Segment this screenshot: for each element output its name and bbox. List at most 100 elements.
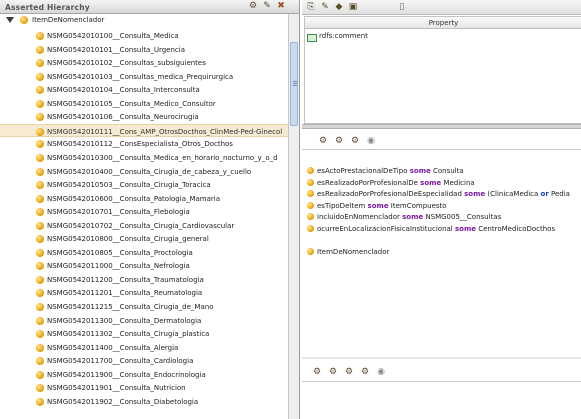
delete-class-icon[interactable]: ✖ xyxy=(276,1,286,11)
tree-item[interactable]: NSMG0542010102__Consultas_subsiguientes xyxy=(0,56,288,69)
add-disjoint-icon[interactable]: ⚙ xyxy=(312,367,322,377)
tree-item[interactable]: NSMG0542010702__Consulta_Cirugia_Cardiov… xyxy=(0,219,288,232)
tree-item[interactable]: NSMG0542011000__Consulta_Nefrologia xyxy=(0,259,288,272)
tree-item[interactable]: NSMG0542011201__Consulta_Reumatologia xyxy=(0,286,288,299)
asserted-hierarchy-panel: Asserted Hierarchy ⚙ ✎ ✖ ItemDeNomenclad… xyxy=(0,0,300,419)
tree-item-label: NSMG0542011201__Consulta_Reumatologia xyxy=(47,289,203,298)
class-editor: ⎘ ✎ ◆ ▣ ▯ Property rdfs:comment ⚙ ⚙ ⚙ ◉ … xyxy=(302,0,581,419)
add-value-icon[interactable]: ✎ xyxy=(320,2,330,12)
condition-filler: ItemCompuesto xyxy=(388,201,447,210)
tree-item[interactable]: NSMG0542010101__Consulta_Urgencia xyxy=(0,43,288,56)
class-icon xyxy=(36,59,44,68)
class-icon xyxy=(36,181,44,190)
class-icon xyxy=(36,194,44,203)
tree-item-label: NSMG0542010104__Consulta_Interconsulta xyxy=(47,86,200,95)
tree-item[interactable]: NSMG0542010300__Consulta_Medica_en_horar… xyxy=(0,151,288,164)
tree-item[interactable]: NSMG0542010701__Consulta_Flebologia xyxy=(0,205,288,218)
add-sibling-icon[interactable]: ✎ xyxy=(262,1,272,11)
condition-expression: esActoPrestacionalDeTipo some Consulta xyxy=(317,167,464,175)
tree-item-label: NSMG0542011300__Consulta_Dermatologia xyxy=(47,316,202,325)
condition-keyword: some xyxy=(454,224,476,233)
tree-item[interactable]: NSMG0542010100__Consulta_Medica xyxy=(0,29,288,42)
class-icon xyxy=(36,208,44,217)
tree-item[interactable]: NSMG0542011200__Consulta_Traumatologia xyxy=(0,273,288,286)
property-column-header[interactable]: Property xyxy=(305,17,581,29)
class-icon xyxy=(36,316,44,325)
tree-item-label: NSMG0542010103__Consultas_medica_Prequir… xyxy=(47,72,234,81)
tree-item[interactable]: NSMG0542011901__Consulta_Nutricion xyxy=(0,381,288,394)
class-icon xyxy=(36,221,44,230)
tree-item[interactable]: NSMG0542011900__Consulta_Endocrinologia xyxy=(0,368,288,381)
add-subclass-icon[interactable]: ⚙ xyxy=(248,1,258,11)
tree-item[interactable]: NSMG0542010805__Consulta_Proctologia xyxy=(0,246,288,259)
edit-annotation-icon[interactable]: ◆ xyxy=(334,2,344,12)
tree-item[interactable]: NSMG0542011302__Consulta_Cirugia_plastic… xyxy=(0,327,288,340)
condition-keyword: some xyxy=(420,178,442,187)
add-all-siblings-icon[interactable]: ⚙ xyxy=(344,367,354,377)
tree-item-label: NSMG0542011215__Consulta_Cirugia_de_Mano xyxy=(47,303,214,311)
tree-item[interactable]: NSMG0542010103__Consultas_medica_Prequir… xyxy=(0,70,288,83)
add-restriction-icon[interactable]: ⚙ xyxy=(334,136,344,146)
tree-item-label: NSMG0542010702__Consulta_Cirugia_Cardiov… xyxy=(47,221,235,230)
tree-root-label: ItemDeNomenclador xyxy=(32,16,105,24)
panel-icon[interactable]: ▯ xyxy=(397,2,407,12)
class-icon xyxy=(36,167,44,176)
tree-item-label: NSMG0542010111__Cons_AMP_OtrosDocthos_Cl… xyxy=(47,127,283,136)
class-icon xyxy=(36,99,44,108)
restriction-icon xyxy=(307,201,314,209)
hierarchy-scrollbar[interactable] xyxy=(288,14,299,419)
tree-item[interactable]: NSMG0542010503__Consulta_Cirugia_Toracic… xyxy=(0,178,288,191)
condition-keyword-or: or xyxy=(540,190,549,198)
class-icon xyxy=(36,343,44,352)
panel-splitter[interactable] xyxy=(302,357,581,359)
expand-toggle-icon[interactable] xyxy=(6,17,14,23)
tree-item[interactable]: NSMG0542011700__Consulta_Cardiologia xyxy=(0,354,288,367)
restriction-icon xyxy=(307,190,314,197)
condition-keyword: some xyxy=(409,167,431,175)
tree-item-label: NSMG0542010105__Consulta_Medico_Consulto… xyxy=(47,99,216,108)
remove-disjoint-icon[interactable]: ⚙ xyxy=(360,367,370,377)
tree-root-row[interactable]: ItemDeNomenclador xyxy=(0,15,290,27)
tree-item-label: NSMG0542011902__Consulta_Diabetologia xyxy=(47,397,199,406)
condition-expression: ocurreEnLocalizacionFisicaInstitucional … xyxy=(317,225,555,233)
conditions-toolbar: ⚙ ⚙ ⚙ ◉ xyxy=(302,129,581,150)
tree-item[interactable]: NSMG0542011215__Consulta_Cirugia_de_Mano xyxy=(0,300,288,313)
condition-keyword: some xyxy=(402,213,424,221)
restriction-icon xyxy=(307,224,314,232)
restriction-icon xyxy=(307,213,314,220)
tree-item-label: NSMG0542011200__Consulta_Traumatologia xyxy=(47,275,204,284)
remove-condition-icon[interactable]: ◉ xyxy=(366,136,376,146)
tree-item[interactable]: NSMG0542010106__Consulta_Neurocirugia xyxy=(0,110,288,123)
delete-disjoint-icon[interactable]: ◉ xyxy=(376,367,386,377)
tree-item[interactable]: NSMG0542010112__ConsEspecialista_Otros_D… xyxy=(0,137,288,150)
scrollbar-thumb[interactable] xyxy=(290,42,298,126)
tree-item-label: NSMG0542010112__ConsEspecialista_Otros_D… xyxy=(47,140,233,149)
class-icon xyxy=(36,45,44,54)
tree-item-label: NSMG0542011700__Consulta_Cardiologia xyxy=(47,357,194,366)
class-icon xyxy=(36,32,44,40)
tree-item[interactable]: NSMG0542010400__Consulta_Cirugia_de_cabe… xyxy=(0,165,288,178)
tree-item[interactable]: NSMG0542010600__Consulta_Patologia_Mamar… xyxy=(0,192,288,205)
property-header-label: Property xyxy=(428,19,459,27)
class-icon xyxy=(36,397,44,406)
tree-item[interactable]: NSMG0542010105__Consulta_Medico_Consulto… xyxy=(0,97,288,110)
tree-item-label: NSMG0542011302__Consulta_Cirugia_plastic… xyxy=(47,330,210,339)
tree-item[interactable]: NSMG0542010104__Consulta_Interconsulta xyxy=(0,83,288,96)
restriction-icon xyxy=(307,167,314,174)
tree-item[interactable]: NSMG0542010800__Consulta_Cirugia_general xyxy=(0,232,288,245)
add-named-class-icon[interactable]: ⚙ xyxy=(318,136,328,146)
tree-item[interactable]: NSMG0542011300__Consulta_Dermatologia xyxy=(0,314,288,327)
condition-property: incluidoEnNomenclador xyxy=(317,213,403,221)
delete-annotation-icon[interactable]: ▣ xyxy=(348,2,358,12)
class-icon xyxy=(36,72,44,81)
add-annotation-icon[interactable]: ⎘ xyxy=(306,2,316,12)
add-expression-icon[interactable]: ⚙ xyxy=(350,136,360,146)
add-disjoint-expression-icon[interactable]: ⚙ xyxy=(328,367,338,377)
condition-filler: NSMG005__Consultas xyxy=(423,213,502,221)
class-icon xyxy=(36,127,44,136)
condition-filler: CentroMedicoDocthos xyxy=(476,224,556,233)
tree-item[interactable]: NSMG0542011400__Consulta_Alergia xyxy=(0,341,288,354)
tree-item[interactable]: NSMG0542010111__Cons_AMP_OtrosDocthos_Cl… xyxy=(0,123,288,137)
tree-item-label: NSMG0542011901__Consulta_Nutricion xyxy=(47,384,186,393)
tree-item[interactable]: NSMG0542011902__Consulta_Diabetologia xyxy=(0,395,288,408)
